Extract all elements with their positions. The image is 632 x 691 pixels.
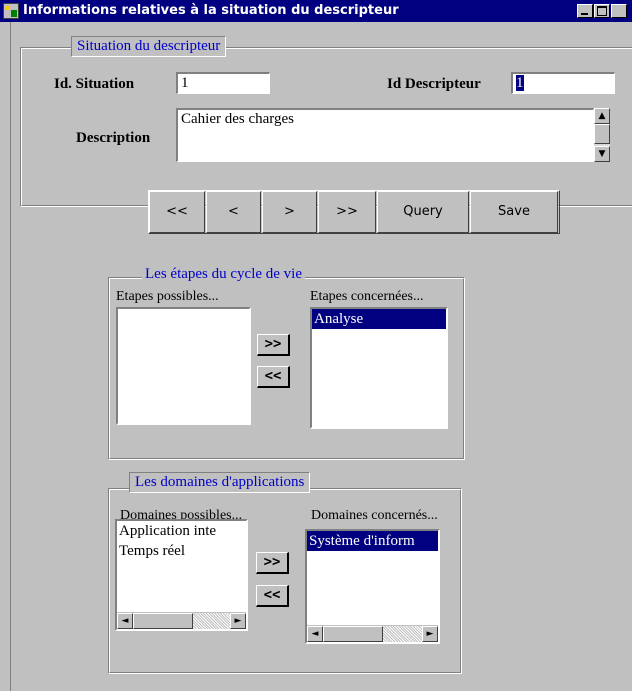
domaines-concernes-label: Domaines concernés... — [311, 508, 438, 523]
id-descripteur-label: Id Descripteur — [387, 76, 481, 92]
scroll-left-icon[interactable]: ◄ — [307, 626, 323, 642]
app-icon[interactable] — [3, 3, 19, 19]
scroll-thumb[interactable] — [133, 613, 193, 629]
last-record-button[interactable]: >> — [318, 191, 376, 233]
add-etape-button[interactable]: >> — [257, 334, 290, 356]
scroll-thumb[interactable] — [323, 626, 383, 642]
etapes-concernees-list[interactable]: Analyse — [310, 307, 448, 429]
next-record-button[interactable]: > — [262, 191, 317, 233]
save-button[interactable]: Save — [470, 191, 558, 233]
minimize-icon[interactable] — [577, 4, 593, 18]
domaines-legend: Les domaines d'applications — [129, 472, 311, 493]
description-field[interactable]: Cahier des charges — [176, 108, 594, 162]
scroll-left-icon[interactable]: ◄ — [117, 613, 133, 629]
etapes-legend: Les étapes du cycle de vie — [142, 266, 306, 283]
situation-legend: Situation du descripteur — [71, 36, 227, 57]
domaines-concernes-list[interactable]: Système d'inform ◄ ► — [305, 529, 440, 644]
etapes-possibles-list[interactable] — [116, 307, 251, 425]
domaines-possibles-list[interactable]: Application inte Temps réel ◄ ► — [115, 519, 248, 631]
main-window: Informations relatives à la situation du… — [0, 0, 632, 691]
remove-domaine-button[interactable]: << — [256, 585, 289, 607]
scroll-right-icon[interactable]: ► — [422, 626, 438, 642]
id-situation-label: Id. Situation — [54, 76, 135, 92]
close-icon[interactable] — [611, 4, 627, 18]
query-button[interactable]: Query — [377, 191, 469, 233]
form-client-area: Situation du descripteur Id. Situation 1… — [10, 22, 632, 691]
scroll-track[interactable] — [193, 613, 230, 629]
title-bar[interactable]: Informations relatives à la situation du… — [0, 0, 632, 22]
first-record-button[interactable]: << — [149, 191, 205, 233]
scroll-up-icon[interactable]: ▲ — [594, 108, 610, 124]
etapes-concernees-label: Etapes concernées... — [310, 289, 424, 304]
domaines-possibles-hscrollbar[interactable]: ◄ ► — [117, 612, 246, 629]
list-item[interactable]: Application inte — [117, 521, 246, 541]
maximize-icon[interactable] — [594, 4, 610, 18]
etapes-possibles-label: Etapes possibles... — [116, 289, 219, 304]
id-descripteur-field[interactable]: 1 — [511, 72, 615, 94]
add-domaine-button[interactable]: >> — [256, 552, 289, 574]
scroll-right-icon[interactable]: ► — [230, 613, 246, 629]
previous-record-button[interactable]: < — [206, 191, 261, 233]
list-item[interactable]: Analyse — [312, 309, 446, 329]
id-situation-field[interactable]: 1 — [176, 72, 270, 94]
window-title: Informations relatives à la situation du… — [23, 3, 399, 18]
remove-etape-button[interactable]: << — [257, 366, 290, 388]
description-scrollbar[interactable]: ▲ ▼ — [594, 108, 610, 162]
description-label: Description — [76, 130, 151, 146]
scroll-down-icon[interactable]: ▼ — [594, 146, 610, 162]
record-navigation-toolbar: << < > >> Query Save — [148, 190, 560, 234]
scroll-thumb[interactable] — [594, 124, 610, 144]
scroll-track[interactable] — [383, 626, 422, 642]
domaines-concernes-hscrollbar[interactable]: ◄ ► — [307, 625, 438, 642]
list-item[interactable]: Système d'inform — [307, 531, 438, 551]
list-item[interactable]: Temps réel — [117, 541, 246, 561]
